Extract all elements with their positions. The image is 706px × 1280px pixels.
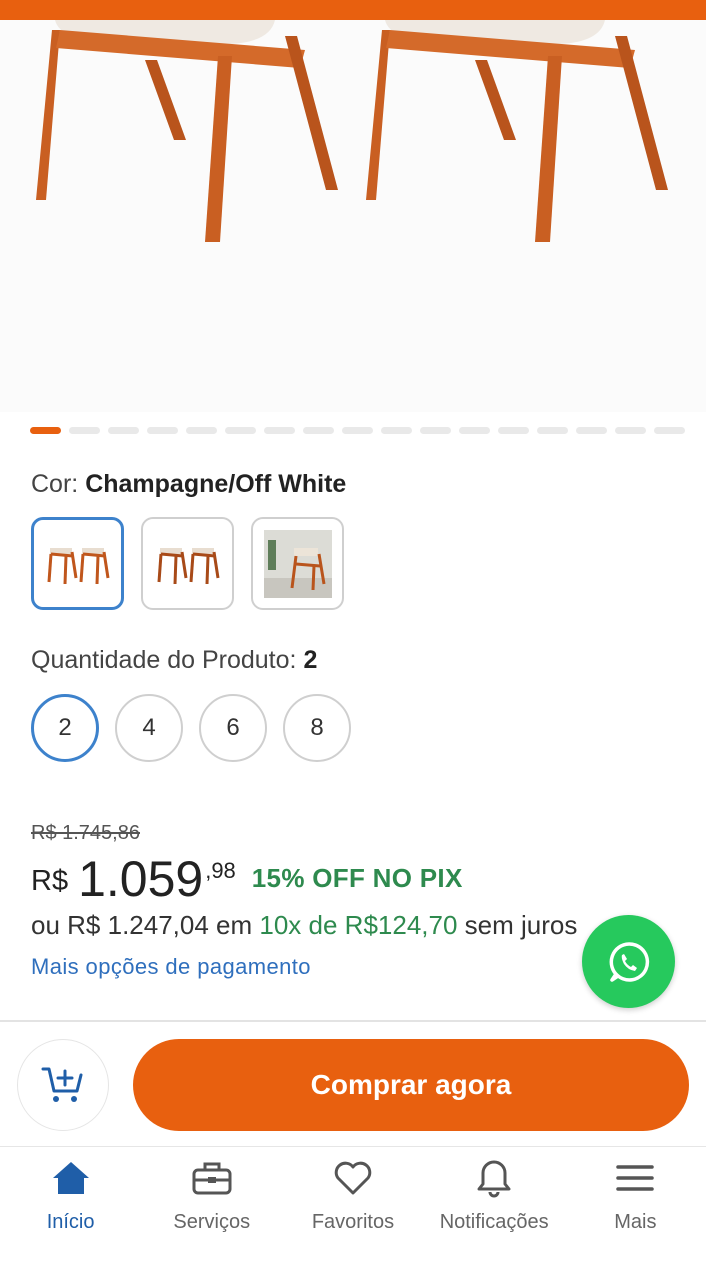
quantity-options: 2 4 6 8: [31, 694, 351, 762]
chairs-thumbnail-icon: [157, 547, 219, 584]
more-payment-options-link[interactable]: Mais opções de pagamento: [31, 954, 311, 980]
quantity-label: Quantidade do Produto: 2: [31, 646, 317, 675]
carousel-dot[interactable]: [69, 427, 100, 434]
installments-suffix: sem juros: [464, 910, 578, 940]
buy-now-button[interactable]: Comprar agora: [133, 1039, 689, 1131]
add-to-cart-button[interactable]: [17, 1039, 109, 1131]
bell-icon: [471, 1155, 517, 1201]
installments-value: 10x de R$124,70: [259, 910, 458, 940]
nav-label: Início: [46, 1211, 95, 1233]
carousel-dot[interactable]: [186, 427, 217, 434]
pix-discount-badge: 15% OFF NO PIX: [251, 863, 463, 893]
swatch-chair-room-scene[interactable]: [251, 517, 344, 610]
carousel-dot[interactable]: [615, 427, 646, 434]
nav-item-notificacoes[interactable]: Notificações: [424, 1147, 565, 1280]
chairs-illustration: [36, 20, 668, 242]
heart-icon: [330, 1155, 376, 1201]
price-currency: R$: [31, 865, 69, 897]
bottom-navigation: Início Serviços Favoritos Notificações M…: [0, 1146, 706, 1280]
price-cents: ,98: [205, 858, 236, 883]
carousel-dot[interactable]: [147, 427, 178, 434]
carousel-dot[interactable]: [420, 427, 451, 434]
whatsapp-icon: [609, 941, 649, 982]
color-label-text: Cor:: [31, 470, 79, 498]
divider: [0, 1020, 706, 1022]
quantity-option-4[interactable]: 4: [115, 694, 183, 762]
toolbox-icon: [189, 1155, 235, 1201]
carousel-dot[interactable]: [108, 427, 139, 434]
nav-item-favoritos[interactable]: Favoritos: [282, 1147, 423, 1280]
old-price: R$ 1.745,86: [31, 822, 140, 844]
current-price: R$ 1.059 ,98 15% OFF NO PIX: [31, 852, 463, 906]
home-icon: [48, 1155, 94, 1201]
carousel-dot[interactable]: [303, 427, 334, 434]
chair-room-thumbnail-icon: [263, 529, 332, 598]
nav-label: Notificações: [439, 1211, 549, 1233]
swatch-chairs-pair-front[interactable]: [31, 517, 124, 610]
color-swatches: [31, 517, 344, 610]
quantity-option-6[interactable]: 6: [199, 694, 267, 762]
carousel-indicator[interactable]: [30, 427, 685, 434]
nav-label: Serviços: [173, 1211, 251, 1233]
add-to-cart-icon: [41, 1067, 83, 1102]
carousel-dot[interactable]: [342, 427, 373, 434]
carousel-dot[interactable]: [537, 427, 568, 434]
whatsapp-button[interactable]: [582, 915, 675, 1008]
price-main: 1.059: [78, 851, 204, 907]
swatch-chairs-pair-side[interactable]: [141, 517, 234, 610]
nav-item-servicos[interactable]: Serviços: [141, 1147, 282, 1280]
top-accent-bar: [0, 0, 706, 20]
menu-icon: [612, 1155, 658, 1201]
carousel-dot[interactable]: [381, 427, 412, 434]
color-value: Champagne/Off White: [85, 470, 347, 498]
quantity-value: 2: [303, 646, 318, 674]
carousel-dot[interactable]: [576, 427, 607, 434]
nav-label: Favoritos: [311, 1211, 395, 1233]
carousel-dot[interactable]: [225, 427, 256, 434]
chairs-thumbnail-icon: [47, 547, 109, 584]
carousel-dot[interactable]: [30, 427, 61, 434]
product-image[interactable]: [0, 20, 706, 412]
carousel-dot[interactable]: [654, 427, 685, 434]
nav-item-mais[interactable]: Mais: [565, 1147, 706, 1280]
nav-item-inicio[interactable]: Início: [0, 1147, 141, 1280]
color-label: Cor: Champagne/Off White: [31, 470, 346, 499]
quantity-option-2[interactable]: 2: [31, 694, 99, 762]
installments-prefix: ou R$ 1.247,04 em: [31, 910, 253, 940]
quantity-label-text: Quantidade do Produto:: [31, 646, 297, 674]
carousel-dot[interactable]: [264, 427, 295, 434]
quantity-option-8[interactable]: 8: [283, 694, 351, 762]
carousel-dot[interactable]: [498, 427, 529, 434]
nav-label: Mais: [614, 1211, 657, 1233]
carousel-dot[interactable]: [459, 427, 490, 434]
